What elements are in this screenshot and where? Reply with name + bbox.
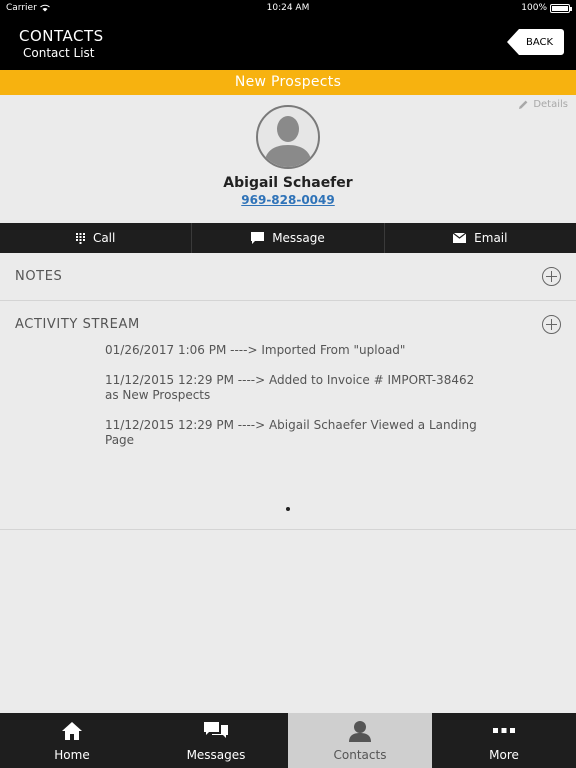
tab-more-label: More bbox=[489, 748, 519, 762]
chat-bubble-icon bbox=[251, 232, 265, 244]
add-note-plus-icon[interactable] bbox=[542, 267, 561, 286]
notes-section: NOTES bbox=[0, 253, 576, 301]
call-button[interactable]: Call bbox=[0, 223, 193, 253]
contact-person-icon bbox=[349, 721, 371, 742]
more-dots-icon bbox=[493, 728, 515, 733]
tab-contacts-label: Contacts bbox=[333, 748, 387, 762]
bottom-tab-bar: Home Messages Contacts More bbox=[0, 713, 576, 768]
status-bar: Carrier 10:24 AM 100% bbox=[0, 0, 576, 17]
tab-home-label: Home bbox=[54, 748, 90, 762]
email-label: Email bbox=[474, 231, 508, 245]
keypad-icon bbox=[75, 232, 85, 244]
battery-icon bbox=[550, 3, 572, 13]
avatar bbox=[256, 105, 320, 169]
notes-title: NOTES bbox=[15, 269, 63, 284]
pencil-icon bbox=[519, 100, 528, 109]
activity-item: 01/26/2017 1:06 PM ----> Imported From "… bbox=[105, 343, 406, 357]
clock: 10:24 AM bbox=[266, 3, 310, 13]
contact-actions-bar: Call Message Email bbox=[0, 223, 576, 253]
messages-icon bbox=[204, 722, 228, 738]
email-button[interactable]: Email bbox=[385, 223, 576, 253]
message-button[interactable]: Message bbox=[192, 223, 385, 253]
tab-contacts[interactable]: Contacts bbox=[288, 713, 432, 768]
contact-name: Abigail Schaefer bbox=[223, 175, 353, 191]
tab-home[interactable]: Home bbox=[0, 713, 144, 768]
message-label: Message bbox=[272, 231, 325, 245]
home-icon bbox=[62, 722, 82, 740]
battery-percent: 100% bbox=[521, 3, 547, 13]
call-label: Call bbox=[92, 231, 116, 245]
battery-indicator: 100% bbox=[521, 3, 572, 13]
tab-messages-label: Messages bbox=[186, 748, 246, 762]
page-indicator-dot bbox=[286, 507, 290, 511]
contact-list-banner: New Prospects bbox=[0, 70, 576, 95]
contact-phone-link[interactable]: 969-828-0049 bbox=[0, 193, 576, 207]
tab-more[interactable]: More bbox=[432, 713, 576, 768]
activity-stream-section: ACTIVITY STREAM 01/26/2017 1:06 PM ---->… bbox=[0, 301, 576, 530]
activity-stream-title: ACTIVITY STREAM bbox=[15, 317, 140, 332]
contact-profile: Details Abigail Schaefer 969-828-0049 bbox=[0, 95, 576, 223]
details-label: Details bbox=[533, 99, 568, 110]
details-link[interactable]: Details bbox=[518, 99, 568, 110]
add-activity-plus-icon[interactable] bbox=[542, 315, 561, 334]
activity-item: 11/12/2015 12:29 PM ----> Abigail Schaef… bbox=[105, 418, 477, 447]
activity-list: 01/26/2017 1:06 PM ----> Imported From "… bbox=[105, 343, 485, 463]
page-title: CONTACTS bbox=[19, 27, 104, 45]
back-button[interactable]: BACK bbox=[507, 29, 564, 55]
envelope-icon bbox=[453, 233, 467, 243]
page-subtitle: Contact List bbox=[23, 46, 95, 60]
activity-item: 11/12/2015 12:29 PM ----> Added to Invoi… bbox=[105, 373, 475, 402]
tab-messages[interactable]: Messages bbox=[144, 713, 288, 768]
navigation-bar: CONTACTS Contact List BACK bbox=[0, 17, 576, 70]
person-silhouette-icon bbox=[264, 116, 312, 167]
